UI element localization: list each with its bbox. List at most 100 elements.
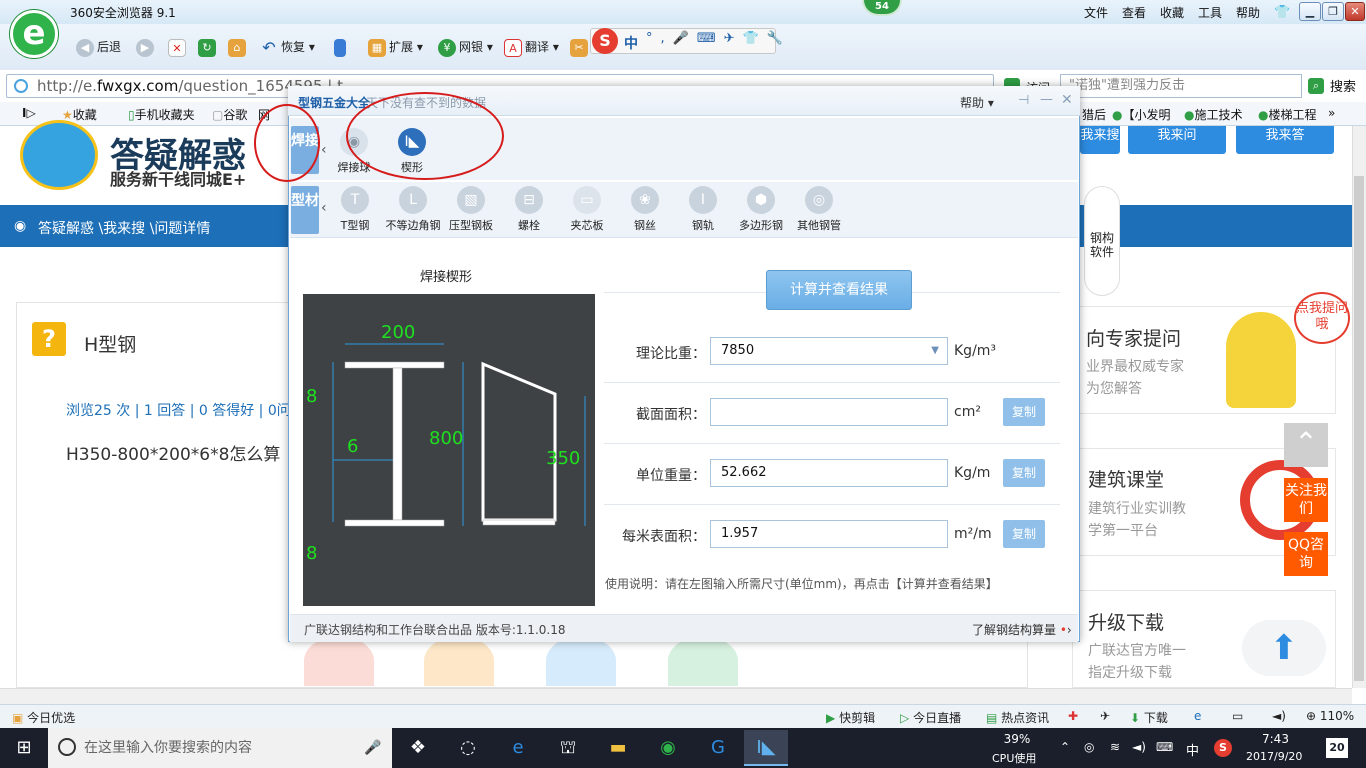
status-quickcut[interactable]: ▶ 快剪辑 <box>826 709 875 726</box>
volume-icon[interactable]: ◄) <box>1272 709 1286 723</box>
translate-button[interactable]: A 翻译 ▾ <box>504 36 559 58</box>
steel-calculator-taskbar-icon[interactable]: I◣ <box>744 730 788 766</box>
qq-consult-button[interactable]: QQ咨询 <box>1284 532 1328 576</box>
search-input[interactable]: "诺独"遭到强力反击 <box>1060 74 1302 98</box>
status-download[interactable]: ⬇ 下载 <box>1130 709 1168 726</box>
tool-polygon-steel[interactable]: ⬢ 多边形钢 <box>733 186 789 233</box>
tool-steel-wire[interactable]: ❀ 钢丝 <box>617 186 673 233</box>
tool-t-steel[interactable]: T T型钢 <box>327 186 383 233</box>
pin-icon[interactable]: ⊣ <box>1018 93 1029 108</box>
shirt-icon[interactable]: 👕 <box>1274 5 1290 20</box>
mascot-tag[interactable]: 钢构软件 <box>1084 186 1120 296</box>
dim-width[interactable]: 200 <box>381 322 415 343</box>
question-stats[interactable]: 浏览25 次 | 1 回答 | 0 答得好 | 0问 <box>66 400 291 420</box>
menu-tools[interactable]: 工具 <box>1198 4 1222 21</box>
status-shield-icon[interactable]: ✚ <box>1068 709 1078 723</box>
fav-item-construction[interactable]: ●施工技术 <box>1184 106 1243 123</box>
search-button[interactable]: 搜索 <box>1330 76 1356 95</box>
refresh-button[interactable]: ↻ <box>198 36 219 58</box>
tray-wifi-icon[interactable]: ≋ <box>1110 740 1120 754</box>
dialog-minimize-icon[interactable]: — <box>1040 92 1053 107</box>
favbar-toggle-icon[interactable]: I▷ <box>22 106 36 120</box>
fav-item-later[interactable]: 猎后 <box>1082 106 1106 123</box>
tray-keyboard-icon[interactable]: ⌨ <box>1156 740 1173 754</box>
learn-more-link[interactable]: 了解钢结构算量 •› <box>972 621 1072 638</box>
back-to-top-button[interactable]: ⌃ <box>1284 423 1328 467</box>
ime-language[interactable]: 中 <box>624 33 638 53</box>
taskbar-search[interactable]: 在这里输入你要搜索的内容 <box>48 728 392 768</box>
fav-item-stairs[interactable]: ●楼梯工程 <box>1258 106 1317 123</box>
ime-tools-icon[interactable]: °,🎤⌨✈👕🔧 <box>646 31 791 46</box>
report-icon[interactable] <box>668 636 738 686</box>
microphone-icon[interactable]: 🎤 <box>364 740 381 756</box>
glodon-icon[interactable]: G <box>696 730 740 766</box>
tool-bolt[interactable]: ⊟ 螺栓 <box>501 186 557 233</box>
clock-time[interactable]: 7:43 <box>1262 732 1289 746</box>
share-icon[interactable] <box>546 636 616 686</box>
dialog-close-icon[interactable]: ✕ <box>1061 92 1073 108</box>
fav-item-mobile[interactable]: ▯手机收藏夹 <box>128 106 195 123</box>
favbar-more-icon[interactable]: » <box>1328 106 1335 120</box>
stop-button[interactable]: ✕ <box>168 36 189 58</box>
back-button[interactable]: ◀ 后退 <box>76 36 121 58</box>
status-left[interactable]: ▣ 今日优选 <box>12 709 75 726</box>
good-question-icon[interactable] <box>304 636 374 686</box>
menu-help[interactable]: 帮助 <box>1236 4 1260 21</box>
ask-bubble[interactable]: 点我提问哦 <box>1294 292 1350 344</box>
store-icon[interactable]: ⛫ <box>546 730 590 766</box>
density-select[interactable]: 7850 ▼ <box>710 337 948 365</box>
horizontal-scrollbar[interactable] <box>0 688 1352 704</box>
notification-center[interactable]: 20 <box>1326 738 1348 758</box>
status-plane-icon[interactable]: ✈ <box>1100 709 1110 723</box>
screenshot-button[interactable]: ✂ <box>570 36 591 58</box>
zoom-level[interactable]: ⊕ 110% <box>1306 709 1354 723</box>
tool-profiled-sheet[interactable]: ▧ 压型钢板 <box>443 186 499 233</box>
minimize-button[interactable]: ▁ <box>1299 2 1321 21</box>
tool-unequal-angle[interactable]: L 不等边角钢 <box>385 186 441 233</box>
tool-sandwich-panel[interactable]: ▭ 夹芯板 <box>559 186 615 233</box>
scrollbar-thumb[interactable] <box>1354 176 1364 681</box>
edge-icon[interactable]: e <box>496 730 540 766</box>
tray-volume-icon[interactable]: ◄) <box>1132 740 1146 754</box>
tool-other-pipes[interactable]: ◎ 其他钢管 <box>791 186 847 233</box>
breadcrumb[interactable]: 答疑解惑 \我来搜 \问题详情 <box>38 218 210 238</box>
dialog-help-menu[interactable]: 帮助 ▾ <box>960 94 994 111</box>
top-button-search[interactable]: 我来搜 <box>1080 126 1120 154</box>
ie-icon[interactable]: e <box>1194 709 1201 723</box>
tray-ime[interactable]: 中 <box>1186 740 1199 759</box>
unit-weight-input[interactable]: 52.662 <box>710 459 948 487</box>
menu-file[interactable]: 文件 <box>1084 4 1108 21</box>
tray-chevron-up-icon[interactable]: ⌃ <box>1060 740 1070 754</box>
home-button[interactable]: ⌂ <box>228 36 249 58</box>
menu-favorites[interactable]: 收藏 <box>1160 4 1184 21</box>
window-icon[interactable]: ▭ <box>1232 709 1243 723</box>
status-news[interactable]: ▤ 热点资讯 <box>986 709 1049 726</box>
start-button[interactable]: ⊞ <box>0 728 48 768</box>
top-button-answer[interactable]: 我来答 <box>1236 126 1334 154</box>
chevron-left-icon[interactable]: ‹ <box>321 200 327 216</box>
fav-item-google[interactable]: ▢谷歌 <box>212 106 247 123</box>
dim-flange-top[interactable]: 8 <box>306 386 317 407</box>
forward-button[interactable]: ▶ <box>136 36 157 58</box>
status-live[interactable]: ▷ 今日直播 <box>900 709 961 726</box>
task-view-icon[interactable]: ❖ <box>396 730 440 766</box>
dim-flange-bottom[interactable]: 8 <box>306 543 317 564</box>
extend-button[interactable]: ▦ 扩展 ▾ <box>368 36 423 58</box>
tray-wechat-icon[interactable]: ◎ <box>1084 740 1094 754</box>
dim-web[interactable]: 6 <box>347 436 358 457</box>
area-input[interactable] <box>710 398 948 426</box>
clock-date[interactable]: 2017/9/20 <box>1246 750 1302 763</box>
dim-small-height[interactable]: 350 <box>546 448 580 469</box>
maximize-button[interactable]: ❐ <box>1322 2 1344 21</box>
copy-weight-button[interactable]: 复制 <box>1003 459 1045 487</box>
folder-icon[interactable]: ▬ <box>596 730 640 766</box>
tray-sogou-icon[interactable]: S <box>1214 739 1232 757</box>
favorite-icon[interactable] <box>424 636 494 686</box>
follow-button[interactable]: 关注我们 <box>1284 478 1328 522</box>
copy-surface-button[interactable]: 复制 <box>1003 520 1045 548</box>
tool-rail[interactable]: I 钢轨 <box>675 186 731 233</box>
mobile-button[interactable] <box>334 36 349 58</box>
copy-area-button[interactable]: 复制 <box>1003 398 1045 426</box>
menu-view[interactable]: 查看 <box>1122 4 1146 21</box>
category-tab-profiles[interactable]: 型材 <box>291 186 319 234</box>
